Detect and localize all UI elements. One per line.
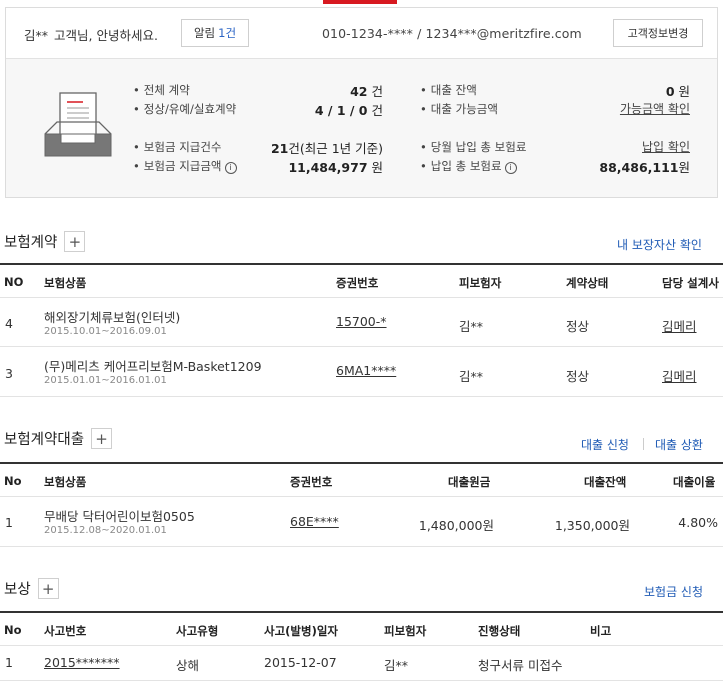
table-top-border	[0, 462, 723, 464]
greeting-text: 고객님, 안녕하세요.	[54, 28, 158, 43]
accident-date: 2015-12-07	[264, 655, 337, 670]
col-header-principal: 대출원금	[448, 475, 491, 489]
col-header-policy: 증권번호	[336, 276, 379, 290]
alarm-count: 1건	[218, 26, 237, 40]
col-header-no: No	[4, 474, 22, 488]
claims-amount-label: • 보험금 지급금액 i	[133, 158, 237, 174]
plus-icon[interactable]: +	[64, 231, 86, 252]
loans-section-title: 보험계약대출 +	[4, 428, 113, 449]
check-available-amount-link[interactable]: 가능금액 확인	[566, 100, 690, 117]
agent-link[interactable]: 김메리	[662, 366, 697, 385]
row-divider	[0, 645, 723, 646]
change-customer-info-button[interactable]: 고객정보변경	[613, 19, 703, 47]
my-coverage-link[interactable]: 내 보장자산 확인	[617, 236, 702, 253]
col-header-product: 보험상품	[44, 475, 87, 489]
loan-repay-link[interactable]: 대출 상환	[655, 436, 703, 453]
product-name: 해외장기체류보험(인터넷)	[44, 310, 181, 325]
total-contract-value: 42 건	[350, 84, 383, 99]
total-contract-label: • 전체 계약	[133, 83, 190, 97]
insured-name: 김**	[384, 658, 409, 673]
top-accent-bar	[323, 0, 397, 4]
customer-summary-panel: 김** 고객님, 안녕하세요. 알림 1건 010-1234-**** / 1234…	[5, 7, 718, 198]
row-divider	[0, 546, 723, 547]
row-no: 4	[5, 316, 13, 331]
agent-link[interactable]: 김메리	[662, 316, 697, 335]
plus-icon[interactable]: +	[91, 428, 113, 449]
row-divider	[0, 496, 723, 497]
loan-available-label: • 대출 가능금액	[420, 102, 498, 116]
contract-status: 정상	[566, 369, 590, 384]
row-divider	[0, 346, 723, 347]
info-circle-icon[interactable]: i	[224, 162, 237, 174]
accident-type: 상해	[176, 658, 200, 673]
policy-number-link[interactable]: 68E****	[290, 514, 339, 529]
claim-apply-link[interactable]: 보험금 신청	[644, 583, 703, 600]
contract-status-value: 4 / 1 / 0 건	[314, 103, 383, 118]
progress-status: 청구서류 미접수	[478, 658, 563, 673]
col-header-status: 계약상태	[566, 276, 609, 290]
row-divider	[0, 396, 723, 397]
month-premium-label: • 당월 납입 총 보험료	[420, 140, 527, 154]
insured-name: 김**	[459, 369, 484, 384]
row-no: 1	[5, 655, 13, 670]
contract-period: 2015.12.08~2020.01.01	[44, 525, 167, 536]
loan-apply-link[interactable]: 대출 신청	[581, 436, 629, 453]
policy-number-link[interactable]: 15700-*	[336, 314, 387, 329]
col-header-accident-date: 사고(발병)일자	[264, 624, 338, 638]
table-top-border	[0, 263, 723, 265]
claims-count-label: • 보험금 지급건수	[133, 140, 222, 154]
alarm-button[interactable]: 알림 1건	[181, 19, 249, 47]
contact-info: 010-1234-**** / 1234***@meritzfire.com	[322, 26, 582, 41]
contract-period: 2015.01.01~2016.01.01	[44, 375, 167, 386]
compensation-section-title: 보상 +	[4, 578, 59, 599]
info-circle-icon[interactable]: i	[504, 162, 517, 174]
table-top-border	[0, 611, 723, 613]
col-header-accident-no: 사고번호	[44, 624, 87, 638]
loan-balance-value: 0 원	[665, 84, 690, 99]
loan-rate: 4.80%	[678, 515, 718, 530]
col-header-balance: 대출잔액	[584, 475, 627, 489]
col-header-no: NO	[4, 275, 24, 289]
row-no: 1	[5, 515, 13, 530]
col-header-agent: 담당 설계사	[662, 276, 719, 290]
row-divider	[0, 297, 723, 298]
contracts-section-title: 보험계약 +	[4, 231, 86, 252]
col-header-accident-type: 사고유형	[176, 624, 219, 638]
insured-name: 김**	[459, 319, 484, 334]
col-header-policy: 증권번호	[290, 475, 333, 489]
col-header-rate: 대출이율	[673, 475, 716, 489]
total-premium-value: 88,486,111원	[599, 160, 690, 175]
claims-count-value: 21건(최근 1년 기준)	[270, 141, 383, 156]
greeting: 김** 고객님, 안녕하세요.	[24, 25, 158, 44]
col-header-product: 보험상품	[44, 276, 87, 290]
col-header-insured: 피보험자	[459, 276, 502, 290]
row-divider	[0, 680, 723, 681]
loan-principal: 1,480,000원	[418, 518, 494, 533]
customer-name: 김**	[24, 28, 49, 43]
summary-header: 김** 고객님, 안녕하세요. 알림 1건 010-1234-**** / 1234…	[6, 8, 717, 59]
col-header-insured: 피보험자	[384, 624, 427, 638]
loan-balance: 1,350,000원	[554, 518, 630, 533]
row-no: 3	[5, 366, 13, 381]
claims-amount-value: 11,484,977 원	[288, 160, 383, 175]
document-tray-icon	[44, 92, 112, 157]
contract-status-label: • 정상/유예/실효계약	[133, 102, 237, 116]
col-header-no: No	[4, 623, 22, 637]
product-name: 무배당 닥터어린이보험0505	[44, 509, 195, 524]
alarm-label: 알림	[193, 26, 216, 40]
check-payment-link[interactable]: 납입 확인	[566, 138, 690, 155]
col-header-progress: 진행상태	[478, 624, 521, 638]
total-premium-label: • 납입 총 보험료 i	[420, 158, 517, 174]
col-header-note: 비고	[590, 624, 612, 638]
plus-icon[interactable]: +	[37, 578, 59, 599]
loan-balance-label: • 대출 잔액	[420, 83, 477, 97]
contract-status: 정상	[566, 319, 590, 334]
product-name: (무)메리츠 케어프리보험M-Basket1209	[44, 359, 262, 374]
link-divider	[643, 438, 644, 450]
policy-number-link[interactable]: 6MA1****	[336, 363, 396, 378]
accident-number-link[interactable]: 2015*******	[44, 655, 120, 670]
contract-period: 2015.10.01~2016.09.01	[44, 326, 167, 337]
